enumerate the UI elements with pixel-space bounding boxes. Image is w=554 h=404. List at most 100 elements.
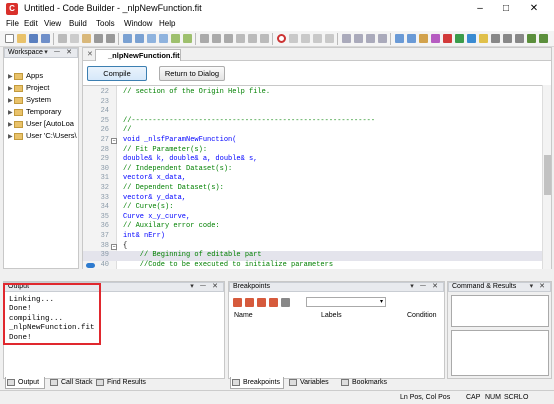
maximize-button[interactable]: □ [496, 2, 516, 16]
tab-breakpoints[interactable]: Breakpoints [230, 377, 284, 389]
code-editor[interactable]: 22// section of the Origin Help file. 23 2… [83, 85, 542, 269]
copy-icon[interactable] [70, 34, 79, 43]
panel-controls-icon[interactable]: ▾ ᅳ ✕ [410, 283, 440, 291]
breakpoint-icon[interactable] [277, 34, 286, 43]
return-to-dialog-button[interactable]: Return to Dialog [159, 66, 225, 81]
tools-icon[interactable] [419, 34, 428, 43]
tab-bookmarks[interactable]: Bookmarks [340, 377, 387, 389]
open-folder-icon[interactable] [17, 34, 26, 43]
code-line[interactable]: 38 {− [83, 242, 542, 252]
paste-icon[interactable] [82, 34, 91, 43]
menu-build[interactable]: Build [69, 19, 87, 28]
layout-icon[interactable] [515, 34, 524, 43]
panel-controls-icon[interactable]: ▾ ᅳ ✕ [190, 283, 220, 291]
clear-bookmarks-icon[interactable] [378, 34, 387, 43]
watch-icon[interactable] [301, 34, 310, 43]
step-over-icon[interactable] [212, 34, 221, 43]
tab-variables[interactable]: Variables [288, 377, 329, 389]
results-icon[interactable] [503, 34, 512, 43]
variables-icon[interactable] [325, 34, 334, 43]
fold-toggle-icon[interactable]: − [111, 138, 117, 144]
cut-icon[interactable] [58, 34, 67, 43]
menu-tools[interactable]: Tools [96, 19, 115, 28]
tab-find-results[interactable]: Find Results [95, 377, 146, 389]
code-line[interactable]: 23 [83, 98, 542, 108]
tree-item-project[interactable]: ▶ Project [8, 82, 80, 93]
tree-item-system[interactable]: ▶ System [8, 94, 80, 105]
stop-debug-icon[interactable] [260, 34, 269, 43]
menu-help[interactable]: Help [159, 19, 175, 28]
code-line[interactable]: 39 // Beginning of editable part [83, 251, 542, 261]
undo-icon[interactable] [94, 34, 103, 43]
build-icon[interactable] [171, 34, 180, 43]
find-icon[interactable] [123, 34, 132, 43]
tree-item-apps[interactable]: ▶ Apps [8, 70, 80, 81]
save-icon[interactable] [29, 34, 38, 43]
code-line[interactable]: 33 vector& y_data, [83, 194, 542, 204]
clear-breakpoints-icon[interactable] [289, 34, 298, 43]
minimize-button[interactable]: – [470, 2, 490, 16]
run-to-cursor-icon[interactable] [236, 34, 245, 43]
debug-icon[interactable] [443, 34, 452, 43]
tab-output[interactable]: Output [5, 377, 45, 389]
code-line[interactable]: 30 // Independent Dataset(s): [83, 165, 542, 175]
tab-call-stack[interactable]: Call Stack [49, 377, 93, 389]
save-all-icon[interactable] [41, 34, 50, 43]
results-history-box[interactable] [451, 295, 549, 327]
help-icon[interactable] [467, 34, 476, 43]
outdent-icon[interactable] [159, 34, 168, 43]
redo-icon[interactable] [106, 34, 115, 43]
search-icon[interactable] [479, 34, 488, 43]
code-line[interactable]: 22 // section of the Origin Help file. [83, 88, 542, 98]
disable-breakpoint-icon[interactable] [257, 298, 266, 307]
code-line[interactable]: 32 // Dependent Dataset(s): [83, 184, 542, 194]
code-line[interactable]: 24 [83, 107, 542, 117]
command-icon[interactable] [491, 34, 500, 43]
code-line[interactable]: 37 int& nErr) [83, 232, 542, 242]
code-line[interactable]: 29 double& k, double& a, double& s, [83, 155, 542, 165]
go-icon[interactable] [248, 34, 257, 43]
goto-breakpoint-icon[interactable] [281, 298, 290, 307]
step-out-icon[interactable] [224, 34, 233, 43]
find-next-icon[interactable] [135, 34, 144, 43]
call-stack-icon[interactable] [313, 34, 322, 43]
code-line[interactable]: 27 void _nlsfParamNewFunction(− [83, 136, 542, 146]
scrollbar-thumb[interactable] [544, 155, 551, 195]
new-file-icon[interactable] [5, 34, 14, 43]
close-tab-icon[interactable]: ✕ [87, 50, 93, 58]
code-line[interactable]: 28 // Fit Parameter(s): [83, 146, 542, 156]
workspace-icon[interactable] [395, 34, 404, 43]
delete-breakpoint-icon[interactable] [233, 298, 242, 307]
output-icon[interactable] [407, 34, 416, 43]
command-input-box[interactable] [451, 330, 549, 376]
close-button[interactable]: ✕ [524, 2, 544, 16]
code-line[interactable]: 35 Curve x_y_curve, [83, 213, 542, 223]
delete-all-breakpoints-icon[interactable] [245, 298, 254, 307]
code-line[interactable]: 31 vector& x_data, [83, 174, 542, 184]
menu-file[interactable]: File [6, 19, 19, 28]
tree-item-temporary[interactable]: ▶ Temporary [8, 106, 80, 117]
tree-item-user-folder[interactable]: ▶ User 'C:\Users\ [8, 130, 80, 141]
panel-controls-icon[interactable]: ▾ ᅳ ✕ [44, 49, 74, 57]
code-line[interactable]: 36 // Auxilary error code: [83, 222, 542, 232]
check-icon[interactable] [527, 34, 536, 43]
prev-bookmark-icon[interactable] [366, 34, 375, 43]
run-icon[interactable] [455, 34, 464, 43]
chevron-down-icon[interactable] [539, 34, 548, 43]
tree-item-user-autoload[interactable]: ▶ User [AutoLoa [8, 118, 80, 129]
enable-breakpoint-icon[interactable] [269, 298, 278, 307]
code-line[interactable]: 34 // Curve(s): [83, 203, 542, 213]
options-icon[interactable] [431, 34, 440, 43]
next-bookmark-icon[interactable] [354, 34, 363, 43]
vertical-scrollbar[interactable] [542, 85, 551, 269]
panel-controls-icon[interactable]: ▾ ✕ [530, 283, 547, 291]
tab-nlp-new-function[interactable]: _nlpNewFunction.fit [95, 49, 181, 61]
menu-view[interactable]: View [44, 19, 61, 28]
step-icon[interactable] [200, 34, 209, 43]
code-line[interactable]: 40 //Code to be executed to initialize p… [83, 261, 542, 269]
rebuild-icon[interactable] [183, 34, 192, 43]
toggle-bookmark-icon[interactable] [342, 34, 351, 43]
menu-edit[interactable]: Edit [24, 19, 38, 28]
fold-toggle-icon[interactable]: − [111, 243, 117, 250]
indent-icon[interactable] [147, 34, 156, 43]
